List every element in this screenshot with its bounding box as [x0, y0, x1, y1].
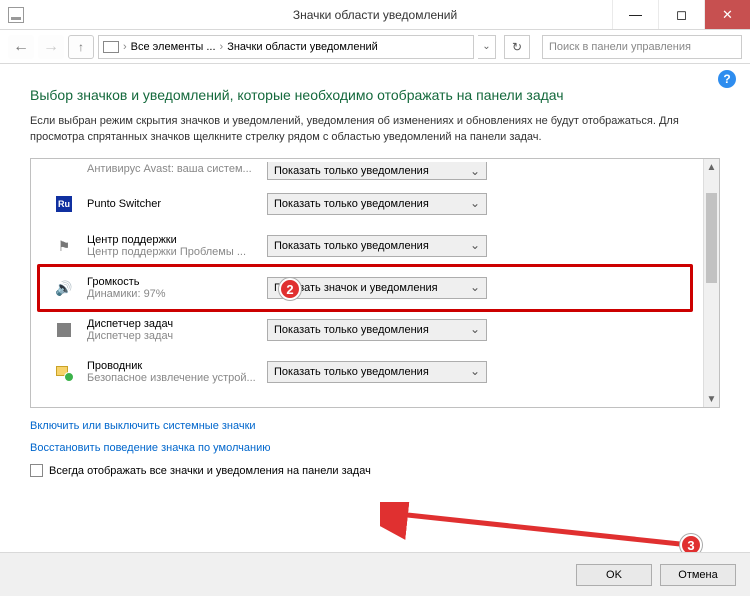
toggle-system-icons-link[interactable]: Включить или выключить системные значки: [30, 420, 720, 432]
refresh-button[interactable]: ↻: [504, 35, 530, 59]
page-heading: Выбор значков и уведомлений, которые нео…: [30, 86, 720, 104]
list-row: ⚑ Центр поддержкиЦентр поддержки Проблемы…: [31, 225, 703, 267]
cancel-button[interactable]: Отмена: [660, 564, 736, 586]
system-menu-icon[interactable]: [8, 7, 24, 23]
vol-icon: 🔊: [55, 279, 73, 297]
help-icon[interactable]: ?: [718, 70, 736, 88]
maximize-button[interactable]: ◻: [658, 0, 704, 29]
page-description: Если выбран режим скрытия значков и увед…: [30, 114, 720, 146]
close-button[interactable]: ✕: [704, 0, 750, 29]
behavior-dropdown[interactable]: Показать только уведомления: [267, 319, 487, 341]
row-sublabel: Диспетчер задач: [87, 330, 267, 342]
list-row: 🔊ГромкостьДинамики: 97%Показать значок и…: [31, 267, 703, 309]
breadcrumb-item[interactable]: Значки области уведомлений: [227, 41, 378, 53]
forward-button[interactable]: →: [38, 35, 64, 59]
icon-list: Антивирус Avast: ваша систем...Показать …: [30, 158, 720, 408]
always-show-checkbox[interactable]: [30, 464, 43, 477]
breadcrumb-dropdown[interactable]: ⌄: [478, 35, 496, 59]
ru-icon: Ru: [55, 195, 73, 213]
titlebar: Значки области уведомлений — ◻ ✕: [0, 0, 750, 30]
scroll-track[interactable]: [704, 175, 719, 391]
ok-button[interactable]: OK: [576, 564, 652, 586]
list-row: ПроводникБезопасное извлечение устрой...…: [31, 351, 703, 393]
scroll-thumb[interactable]: [706, 193, 717, 283]
breadcrumb[interactable]: › Все элементы ... › Значки области увед…: [98, 35, 474, 59]
behavior-dropdown[interactable]: Показать только уведомления: [267, 193, 487, 215]
avast-icon: [55, 162, 73, 180]
back-button[interactable]: ←: [8, 35, 34, 59]
ex-icon: [55, 363, 73, 381]
row-sublabel: Центр поддержки Проблемы ...: [87, 246, 267, 258]
list-row: Антивирус Avast: ваша систем...Показать …: [31, 159, 703, 183]
up-button[interactable]: ↑: [68, 35, 94, 59]
list-row: Диспетчер задачДиспетчер задачПоказать т…: [31, 309, 703, 351]
tm-icon: [55, 321, 73, 339]
behavior-dropdown[interactable]: Показать только уведомления: [267, 235, 487, 257]
row-sublabel: Безопасное извлечение устрой...: [87, 372, 267, 384]
minimize-button[interactable]: —: [612, 0, 658, 29]
control-panel-icon: [103, 41, 119, 53]
list-row: Ru Punto SwitcherПоказать только уведомле…: [31, 183, 703, 225]
behavior-dropdown[interactable]: Показать только уведомления: [267, 162, 487, 180]
row-sublabel: Антивирус Avast: ваша систем...: [87, 163, 267, 175]
nav-toolbar: ← → ↑ › Все элементы ... › Значки област…: [0, 30, 750, 64]
dialog-footer: OK Отмена: [0, 552, 750, 596]
flag-icon: ⚑: [55, 237, 73, 255]
scroll-up-button[interactable]: ▲: [704, 159, 719, 175]
row-label: Punto Switcher: [87, 198, 267, 210]
scroll-down-button[interactable]: ▼: [704, 391, 719, 407]
chevron-right-icon: ›: [123, 41, 127, 53]
row-sublabel: Динамики: 97%: [87, 288, 267, 300]
always-show-label: Всегда отображать все значки и уведомлен…: [49, 465, 371, 477]
restore-default-link[interactable]: Восстановить поведение значка по умолчан…: [30, 442, 720, 454]
row-label: Громкость: [87, 276, 267, 288]
scrollbar[interactable]: ▲ ▼: [703, 159, 719, 407]
search-placeholder: Поиск в панели управления: [549, 41, 691, 53]
row-label: Центр поддержки: [87, 234, 267, 246]
annotation-badge-2: 2: [279, 278, 301, 300]
row-label: Диспетчер задач: [87, 318, 267, 330]
search-input[interactable]: Поиск в панели управления: [542, 35, 742, 59]
breadcrumb-item[interactable]: Все элементы ...: [131, 41, 216, 53]
chevron-right-icon: ›: [220, 41, 224, 53]
behavior-dropdown[interactable]: Показать только уведомления: [267, 361, 487, 383]
row-label: Проводник: [87, 360, 267, 372]
